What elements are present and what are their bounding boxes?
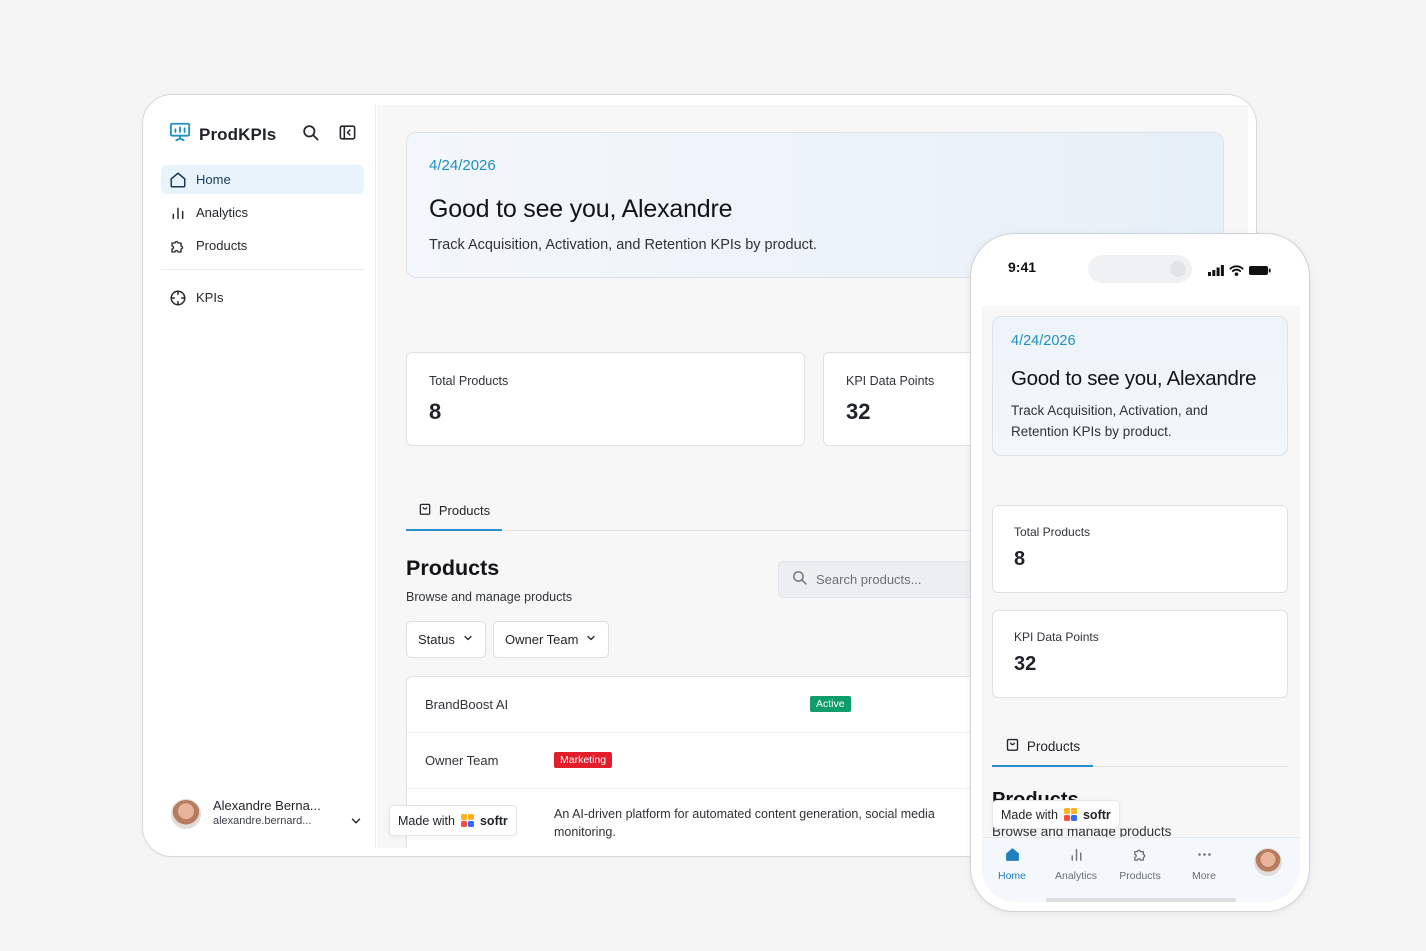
hero-date: 4/24/2026 bbox=[1011, 333, 1076, 349]
user-name: Alexandre Berna... bbox=[213, 798, 321, 813]
shopping-bag-icon bbox=[418, 502, 432, 519]
stat-value: 8 bbox=[429, 399, 442, 424]
chevron-down-icon[interactable] bbox=[349, 814, 363, 833]
bottom-nav-label: Products bbox=[1119, 870, 1161, 882]
chevron-down-icon bbox=[585, 632, 597, 647]
user-email: alexandre.bernard... bbox=[213, 815, 312, 827]
search-icon[interactable] bbox=[301, 123, 321, 143]
bottom-nav-more[interactable]: More bbox=[1174, 846, 1234, 882]
user-menu[interactable]: Alexandre Berna... alexandre.bernard... bbox=[171, 798, 321, 829]
product-name: BrandBoost AI bbox=[425, 697, 509, 712]
stat-value: 32 bbox=[1014, 653, 1037, 675]
tab-label: Products bbox=[1026, 738, 1081, 754]
home-icon bbox=[169, 171, 187, 189]
sidebar-divider bbox=[161, 269, 364, 270]
puzzle-icon bbox=[1132, 846, 1149, 866]
dynamic-island bbox=[1088, 255, 1192, 283]
stat-card-kpi-data-points: KPI Data Points 32 bbox=[992, 610, 1288, 698]
section-subtitle: Browse and manage products bbox=[406, 590, 573, 604]
sidebar-item-label: Analytics bbox=[196, 205, 249, 220]
status-badge: Active bbox=[810, 696, 851, 712]
sidebar-item-kpis[interactable]: KPIs bbox=[161, 283, 364, 312]
tab-label: Products bbox=[438, 502, 491, 518]
sidebar-item-products[interactable]: Products bbox=[161, 231, 364, 260]
brand[interactable]: ProdKPIs bbox=[169, 121, 276, 148]
status-icons bbox=[1208, 263, 1271, 281]
sidebar: ProdKPIs Home Analytics Products KPIs Al… bbox=[153, 105, 376, 848]
hero-title: Good to see you, Alexandre bbox=[1011, 367, 1257, 390]
owner-team-badge: Marketing bbox=[554, 752, 613, 768]
hero-subtitle: Track Acquisition, Activation, and Reten… bbox=[1011, 403, 1208, 439]
crosshair-icon bbox=[169, 289, 187, 307]
brand-name: ProdKPIs bbox=[199, 124, 277, 144]
home-indicator bbox=[1046, 898, 1236, 902]
stat-label: KPI Data Points bbox=[1014, 630, 1099, 644]
stat-card-total-products: Total Products 8 bbox=[992, 505, 1288, 593]
stat-value: 32 bbox=[846, 399, 871, 424]
made-with-softr-badge[interactable]: Made with softr bbox=[389, 805, 517, 836]
avatar[interactable] bbox=[1254, 848, 1282, 876]
collapse-sidebar-icon[interactable] bbox=[338, 123, 358, 143]
stat-label: Total Products bbox=[429, 374, 509, 388]
signal-icon bbox=[1208, 263, 1224, 281]
bottom-nav-label: More bbox=[1192, 870, 1216, 882]
stat-label: Total Products bbox=[1014, 525, 1091, 539]
battery-icon bbox=[1249, 263, 1271, 281]
softr-brand: softr bbox=[1082, 807, 1111, 822]
sidebar-item-analytics[interactable]: Analytics bbox=[161, 198, 364, 227]
made-with-label: Made with bbox=[1001, 807, 1058, 822]
hero-date: 4/24/2026 bbox=[429, 157, 496, 174]
softr-logo-icon bbox=[1063, 808, 1077, 821]
filter-label: Owner Team bbox=[505, 632, 579, 647]
shopping-bag-icon bbox=[1005, 737, 1020, 755]
softr-brand: softr bbox=[479, 813, 508, 828]
hero-title: Good to see you, Alexandre bbox=[429, 195, 733, 223]
softr-logo-icon bbox=[460, 814, 474, 827]
filter-status[interactable]: Status bbox=[406, 621, 486, 658]
sidebar-item-home[interactable]: Home bbox=[161, 165, 364, 194]
section-title: Products bbox=[406, 556, 500, 580]
stat-label: KPI Data Points bbox=[846, 374, 935, 388]
bar-chart-icon bbox=[1068, 846, 1085, 866]
search-input[interactable] bbox=[816, 572, 986, 587]
phone-frame: 9:41 4/24/2026 Good to see you, Alexandr… bbox=[970, 233, 1310, 912]
made-with-label: Made with bbox=[398, 813, 455, 828]
phone-screen: 9:41 4/24/2026 Good to see you, Alexandr… bbox=[982, 244, 1300, 902]
chevron-down-icon bbox=[462, 632, 474, 647]
bottom-nav-home[interactable]: Home bbox=[982, 846, 1042, 882]
bottom-nav-label: Analytics bbox=[1054, 870, 1097, 882]
wifi-icon bbox=[1229, 263, 1244, 281]
search-icon bbox=[791, 569, 808, 591]
bottom-nav-label: Home bbox=[997, 870, 1026, 882]
bar-chart-icon bbox=[169, 204, 187, 222]
welcome-hero: 4/24/2026 Good to see you, Alexandre Tra… bbox=[992, 316, 1288, 456]
puzzle-icon bbox=[169, 237, 187, 255]
tab-bar: Products bbox=[992, 727, 1288, 767]
bottom-nav-products[interactable]: Products bbox=[1110, 846, 1170, 882]
sidebar-item-label: KPIs bbox=[196, 290, 224, 305]
sidebar-item-label: Products bbox=[196, 238, 248, 253]
more-dots-icon bbox=[1196, 846, 1213, 866]
status-bar: 9:41 bbox=[982, 244, 1300, 306]
status-time: 9:41 bbox=[1008, 259, 1037, 275]
tab-products[interactable]: Products bbox=[992, 727, 1093, 767]
avatar bbox=[171, 798, 201, 829]
stat-value: 8 bbox=[1014, 548, 1026, 570]
stat-card-total-products: Total Products 8 bbox=[406, 352, 805, 446]
filter-owner-team[interactable]: Owner Team bbox=[493, 621, 610, 658]
presentation-logo-icon bbox=[169, 121, 191, 148]
bottom-nav: Home Analytics Products More bbox=[982, 837, 1300, 902]
sidebar-item-label: Home bbox=[196, 172, 231, 187]
home-icon bbox=[1004, 846, 1021, 866]
sidebar-nav: Home Analytics Products KPIs bbox=[161, 165, 364, 316]
bottom-nav-analytics[interactable]: Analytics bbox=[1046, 846, 1106, 882]
filter-label: Status bbox=[418, 632, 455, 647]
tab-products[interactable]: Products bbox=[406, 491, 502, 531]
made-with-softr-badge[interactable]: Made with softr bbox=[992, 800, 1120, 829]
owner-label: Owner Team bbox=[425, 753, 499, 768]
hero-subtitle: Track Acquisition, Activation, and Reten… bbox=[429, 237, 817, 253]
product-description: An AI-driven platform for automated cont… bbox=[554, 807, 935, 839]
